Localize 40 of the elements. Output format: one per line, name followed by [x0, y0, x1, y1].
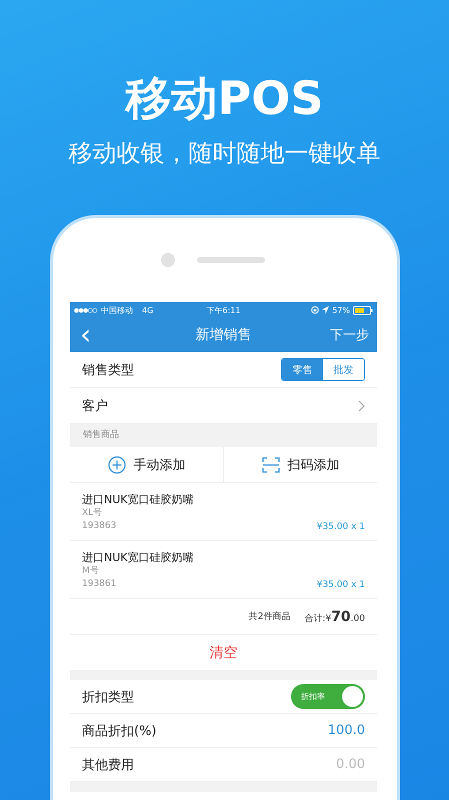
product-spec: XL号	[82, 507, 104, 520]
section-header: 销售商品	[82, 428, 120, 442]
carrier-text: 中国移动	[101, 304, 133, 316]
product-code: 193863	[82, 520, 116, 533]
plus-circle-icon	[108, 456, 126, 474]
row-label: 折扣类型	[82, 688, 134, 706]
segment-tab[interactable]: 零售	[282, 359, 323, 380]
product-price: ¥35.00 x 1	[316, 522, 365, 532]
speaker-slot	[196, 257, 264, 263]
back-button[interactable]: ‹	[80, 321, 92, 349]
row-label: 客户	[82, 398, 108, 414]
hero-subtitle: 移动收银，随时随地一键收单	[68, 138, 382, 168]
item-count: 共2件商品	[248, 610, 290, 623]
location-icon	[322, 306, 330, 314]
scan-icon	[262, 456, 280, 472]
network-text: 4G	[142, 306, 154, 314]
chevron-icon[interactable]	[358, 400, 365, 412]
lock-icon	[311, 306, 320, 314]
product-spec: M号	[82, 565, 100, 578]
row-label: 销售类型	[82, 362, 134, 378]
product-price: ¥35.00 x 1	[316, 580, 365, 590]
row-label: 商品折扣(%)	[82, 722, 156, 740]
total-amount: 合计:¥70.00	[304, 608, 365, 624]
battery-text: 57%	[332, 306, 350, 314]
clear-button[interactable]: 清空	[204, 642, 244, 662]
signal-icon	[74, 308, 98, 312]
discount-value[interactable]: 100.0	[328, 723, 365, 738]
page-title: 新增销售	[194, 326, 252, 344]
battery-icon	[353, 306, 373, 314]
row-label: 其他费用	[82, 756, 134, 774]
product-item[interactable]: 进口NUK宽口硅胶奶嘴 M号 193861 ¥35.00 x 1	[70, 541, 377, 599]
product-item[interactable]: 进口NUK宽口硅胶奶嘴 XL号 193863 ¥35.00 x 1	[70, 483, 377, 541]
product-name: 进口NUK宽口硅胶奶嘴	[82, 551, 194, 565]
product-code: 193861	[82, 578, 116, 591]
clock-text: 下午6:11	[206, 304, 242, 316]
hero-title: 移动POS	[124, 70, 324, 126]
discount-switch[interactable]: 折扣率	[291, 684, 365, 709]
product-name: 进口NUK宽口硅胶奶嘴	[82, 493, 194, 507]
next-step-button[interactable]: 下一步	[330, 326, 369, 344]
camera-dot	[160, 253, 174, 267]
